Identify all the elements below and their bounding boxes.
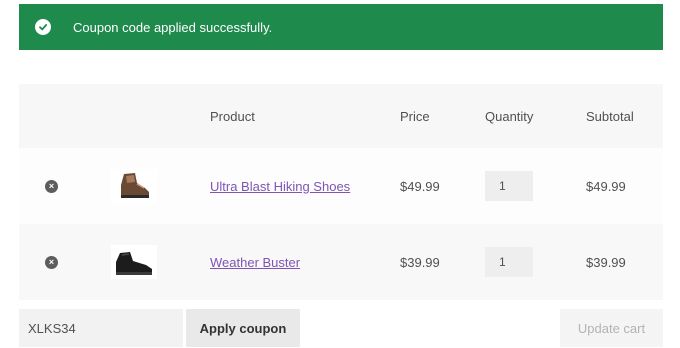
- product-link[interactable]: Ultra Blast Hiking Shoes: [210, 179, 350, 194]
- remove-circle-icon[interactable]: ×: [45, 179, 58, 193]
- item-price: $49.99: [400, 178, 440, 194]
- header-product: Product: [210, 108, 255, 124]
- table-row: × Weather Buster $39.99 $39.99: [19, 224, 663, 300]
- item-subtotal: $49.99: [586, 178, 626, 194]
- apply-coupon-button[interactable]: Apply coupon: [186, 309, 300, 347]
- cart-actions: Apply coupon Update cart: [19, 309, 663, 347]
- quantity-input[interactable]: [485, 171, 533, 201]
- check-circle-icon: [35, 19, 51, 35]
- remove-circle-icon[interactable]: ×: [45, 255, 58, 269]
- product-link[interactable]: Weather Buster: [210, 255, 300, 270]
- item-subtotal: $39.99: [586, 254, 626, 270]
- table-row: × Ultra Blast Hiking Shoes $49.99 $49.99: [19, 148, 663, 224]
- header-subtotal: Subtotal: [586, 108, 634, 124]
- header-price: Price: [400, 108, 430, 124]
- notice-message: Coupon code applied successfully.: [73, 19, 273, 35]
- product-thumbnail[interactable]: [111, 245, 157, 279]
- table-header: Product Price Quantity Subtotal: [19, 84, 663, 148]
- hiking-shoe-icon: [121, 173, 149, 198]
- cart-table: Product Price Quantity Subtotal × Ultra …: [19, 84, 663, 300]
- update-cart-button[interactable]: Update cart: [560, 309, 663, 347]
- quantity-input[interactable]: [485, 247, 533, 277]
- success-notice: Coupon code applied successfully.: [19, 4, 663, 50]
- item-price: $39.99: [400, 254, 440, 270]
- coupon-code-input[interactable]: [19, 309, 183, 347]
- boot-icon: [116, 252, 152, 275]
- header-quantity: Quantity: [485, 108, 534, 124]
- product-thumbnail[interactable]: [111, 169, 157, 203]
